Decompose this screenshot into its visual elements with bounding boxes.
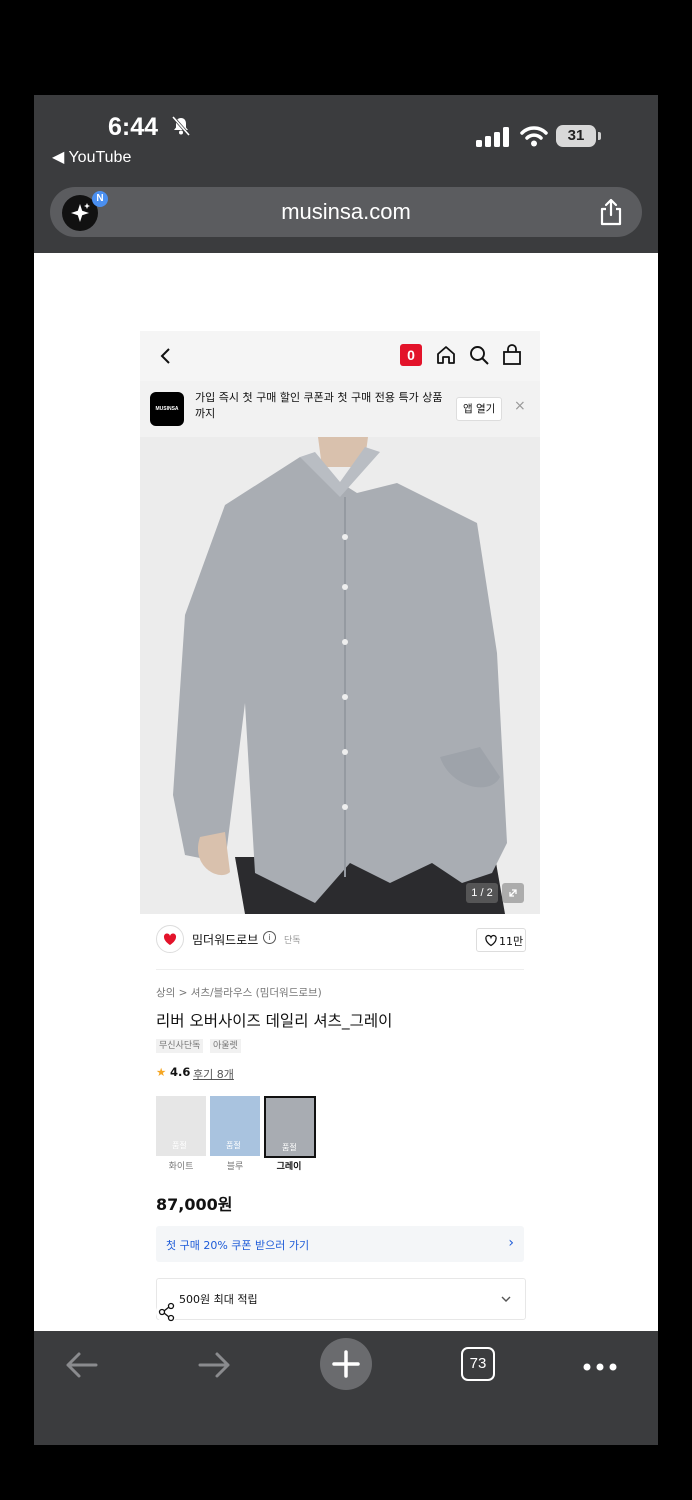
back-to-app-link[interactable]: ◀ YouTube <box>52 147 131 167</box>
product-tag: 무신사단독 <box>156 1039 204 1053</box>
color-swatch-blue[interactable]: 품절 <box>210 1096 260 1156</box>
swatch-label: 그레이 <box>276 1162 302 1172</box>
product-title: 리버 오버사이즈 데일리 셔츠_그레이 <box>156 1012 393 1030</box>
share-nodes-icon[interactable] <box>156 1301 178 1323</box>
search-icon[interactable] <box>468 344 490 370</box>
shirt-photo <box>140 437 540 914</box>
brand-name[interactable]: 밈더워드로브 <box>192 931 258 948</box>
like-count: 11만 <box>499 935 524 948</box>
site-header: 0 <box>140 331 540 381</box>
color-swatch-gray[interactable]: 품절 <box>264 1096 316 1158</box>
wifi-icon <box>520 125 548 151</box>
first-purchase-coupon[interactable]: 첫 구매 20% 쿠폰 받으러 가기 › <box>156 1226 524 1262</box>
back-arrow-icon[interactable] <box>158 345 174 371</box>
rating: ★ 4.6 <box>156 1065 190 1079</box>
brand-row: 밈더워드로브 i 단독 11만 <box>140 914 540 970</box>
like-button[interactable]: 11만 <box>476 928 526 952</box>
tabs-button[interactable]: 73 <box>461 1347 495 1381</box>
more-options-icon[interactable] <box>582 1357 618 1376</box>
battery-indicator: 31 <box>556 125 601 147</box>
breadcrumb[interactable]: 상의 > 셔츠/블라우스 (밈더워드로브) <box>156 985 322 1000</box>
open-app-button[interactable]: 앱 열기 <box>456 397 503 421</box>
swatch-label: 블루 <box>226 1162 244 1172</box>
swatch-label: 화이트 <box>168 1162 194 1172</box>
reviews-link[interactable]: 후기 8개 <box>193 1066 234 1082</box>
heart-logo-icon <box>163 933 177 945</box>
color-swatch-white[interactable]: 품절 <box>156 1096 206 1156</box>
share-icon[interactable] <box>598 197 624 231</box>
heart-icon <box>485 934 497 947</box>
chevron-down-icon <box>499 1291 513 1310</box>
star-icon: ★ <box>156 1065 167 1079</box>
image-counter: 1 / 2 <box>466 883 498 903</box>
cellular-signal-icon <box>476 127 510 151</box>
sold-out-badge: 품절 <box>282 1143 297 1152</box>
rating-value: 4.6 <box>169 1065 191 1079</box>
browser-forward-icon[interactable] <box>196 1349 232 1385</box>
url-text[interactable]: musinsa.com <box>50 199 642 225</box>
browser-top-bar: 6:44 ◀ YouTube 31 N musinsa.com <box>34 95 658 253</box>
product-page: 0 MUSINSA 가입 즉시 첫 구매 할인 쿠폰과 첫 구매 전용 특가 상… <box>140 331 540 1331</box>
coupon-text: 첫 구매 20% 쿠폰 받으러 가기 <box>166 1239 310 1252</box>
plus-icon <box>332 1350 360 1378</box>
close-icon[interactable]: × <box>514 398 526 414</box>
product-tag: 아울렛 <box>210 1039 241 1053</box>
points-text: 500원 최대 적립 <box>179 1293 258 1306</box>
chevron-right-icon: › <box>508 1235 514 1251</box>
bell-muted-icon <box>170 115 192 141</box>
browser-toolbar: 73 <box>34 1331 658 1445</box>
product-price: 87,000원 <box>156 1195 233 1214</box>
app-install-banner: MUSINSA 가입 즉시 첫 구매 할인 쿠폰과 첫 구매 전용 특가 상품까… <box>140 381 540 437</box>
new-tab-button[interactable] <box>320 1338 372 1390</box>
exclusive-tag: 단독 <box>284 936 301 946</box>
divider <box>156 969 524 970</box>
shopping-bag-icon[interactable] <box>501 343 523 371</box>
info-icon[interactable]: i <box>263 931 276 944</box>
cart-count-badge: 0 <box>400 344 422 366</box>
sold-out-badge: 품절 <box>226 1141 241 1150</box>
product-image[interactable]: 1 / 2 <box>140 437 540 914</box>
musinsa-logo: MUSINSA <box>150 392 184 426</box>
expand-icon[interactable] <box>502 883 524 903</box>
banner-text: 가입 즉시 첫 구매 할인 쿠폰과 첫 구매 전용 특가 상품까지 <box>195 391 443 420</box>
brand-logo[interactable] <box>156 925 184 953</box>
phone-screen: 6:44 ◀ YouTube 31 N musinsa.com 0 MUSINS… <box>34 95 658 1445</box>
points-accordion[interactable]: 500원 최대 적립 <box>156 1278 526 1320</box>
home-icon[interactable] <box>435 344 457 370</box>
sold-out-badge: 품절 <box>172 1141 187 1150</box>
status-time: 6:44 <box>108 113 159 141</box>
browser-back-icon[interactable] <box>64 1349 100 1385</box>
address-bar[interactable]: N musinsa.com <box>50 187 642 237</box>
